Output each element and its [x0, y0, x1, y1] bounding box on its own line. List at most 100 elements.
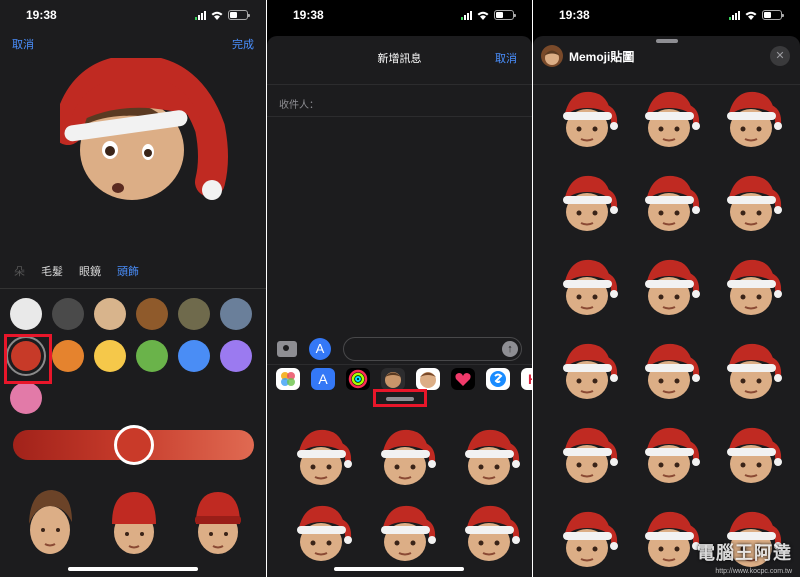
color-swatch[interactable]	[136, 340, 168, 372]
color-swatch[interactable]	[10, 298, 42, 330]
app-store-icon[interactable]: A	[309, 338, 331, 360]
send-icon[interactable]: ↑	[502, 341, 518, 357]
done-button[interactable]: 完成	[232, 36, 254, 52]
sheet-title: Memoji貼圖	[569, 49, 635, 64]
sheet-title: 新增訊息	[377, 53, 422, 65]
sticker-sad-tear[interactable]	[719, 168, 783, 234]
memoji-avatar	[541, 45, 563, 67]
hotels-icon[interactable]: H	[521, 367, 532, 390]
preset-red-beanie-band[interactable]	[188, 484, 248, 559]
recipient-field[interactable]: 收件人：	[267, 84, 532, 117]
highlight-box	[4, 334, 52, 384]
signal-icon	[461, 10, 472, 20]
status-bar: 19:38	[533, 0, 800, 30]
status-icons	[195, 10, 250, 20]
cancel-button[interactable]: 取消	[495, 50, 517, 66]
status-time: 19:38	[293, 8, 324, 22]
sticker-blowing-hearts[interactable]	[637, 252, 701, 318]
status-icons	[461, 10, 516, 20]
sticker-mind-blown[interactable]	[719, 84, 783, 150]
feature-tabs: 朵 毛髮 眼鏡 頭飾	[0, 262, 266, 280]
screenshot-composite: 19:38 取消 完成 朵 毛髮 眼鏡 頭飾 19:38 新增訊息 取消 收件人…	[0, 0, 800, 577]
close-icon[interactable]: ✕	[770, 46, 790, 66]
color-swatch[interactable]	[220, 340, 252, 372]
sticker-heart-eyes[interactable]	[637, 84, 701, 150]
sticker-sweat[interactable]	[719, 336, 783, 402]
sheet-handle[interactable]	[656, 39, 678, 43]
sticker-swearing[interactable]	[637, 336, 701, 402]
battery-icon	[228, 10, 250, 20]
color-swatch[interactable]	[220, 298, 252, 330]
shazam-icon[interactable]	[486, 367, 510, 390]
app-store-icon[interactable]: A	[311, 367, 335, 390]
sticker-drawer	[267, 392, 532, 577]
headwear-presets	[0, 484, 266, 564]
sticker-hands-up[interactable]	[555, 504, 619, 570]
battery-icon	[762, 10, 784, 20]
slider-knob[interactable]	[113, 425, 154, 465]
activity-icon[interactable]	[346, 367, 370, 390]
memoji-editor-screen: 19:38 取消 完成 朵 毛髮 眼鏡 頭飾	[0, 0, 266, 577]
color-swatch[interactable]	[52, 298, 84, 330]
sticker-mind-blown[interactable]	[457, 422, 521, 488]
color-swatch[interactable]	[52, 340, 84, 372]
sticker-applause[interactable]	[637, 504, 701, 570]
sticker-sleeping[interactable]	[289, 498, 353, 564]
memoji-stickers-screen: 19:38 Memoji貼圖 ✕ 電腦王阿達 http://www.kocpc.…	[533, 0, 800, 577]
sticker-crying-laughing[interactable]	[289, 422, 353, 488]
sticker-peace[interactable]	[719, 420, 783, 486]
signal-icon	[195, 10, 206, 20]
color-shade-slider[interactable]	[13, 425, 254, 465]
memoji-sticker-app-icon[interactable]	[416, 367, 440, 390]
color-swatch[interactable]	[10, 382, 42, 414]
home-indicator[interactable]	[334, 567, 464, 571]
color-swatch[interactable]	[94, 340, 126, 372]
sticker-sheet: Memoji貼圖 ✕	[533, 36, 800, 577]
status-bar: 19:38	[0, 0, 266, 30]
home-indicator[interactable]	[68, 567, 198, 571]
cancel-button[interactable]: 取消	[12, 36, 34, 52]
watermark-logo: 電腦王阿達	[697, 543, 792, 563]
camera-icon[interactable]	[277, 341, 297, 357]
memoji-app-icon[interactable]	[381, 367, 405, 390]
sheet-header: Memoji貼圖 ✕	[541, 44, 792, 68]
status-icons	[729, 10, 784, 20]
digital-touch-icon[interactable]	[451, 367, 475, 390]
highlight-box	[373, 389, 427, 407]
watermark-url: http://www.kocpc.com.tw	[715, 568, 792, 575]
preset-short-hair[interactable]	[20, 484, 80, 559]
status-bar: 19:38	[267, 0, 532, 30]
compose-sheet: 新增訊息 取消 收件人： A ↑ A	[267, 36, 532, 577]
wifi-icon	[745, 11, 757, 20]
wifi-icon	[477, 11, 489, 20]
sticker-thumbs-up[interactable]	[555, 420, 619, 486]
sticker-crying-laughing[interactable]	[555, 84, 619, 150]
sticker-star-eyes[interactable]	[637, 168, 701, 234]
sticker-wink-kiss[interactable]	[555, 336, 619, 402]
color-swatch[interactable]	[178, 340, 210, 372]
sticker-thumbs-down[interactable]	[637, 420, 701, 486]
color-swatch[interactable]	[178, 298, 210, 330]
sticker-star-eyes[interactable]	[373, 498, 437, 564]
sticker-sad-tear[interactable]	[457, 498, 521, 564]
wifi-icon	[211, 11, 223, 20]
divider	[0, 288, 266, 289]
tab-glasses[interactable]: 眼鏡	[79, 263, 101, 279]
memoji-preview	[60, 58, 230, 208]
new-message-screen: 19:38 新增訊息 取消 收件人： A ↑ A	[267, 0, 532, 577]
sticker-heart-eyes[interactable]	[373, 422, 437, 488]
imessage-app-bar: A H	[267, 364, 532, 392]
color-swatch[interactable]	[94, 298, 126, 330]
sticker-party[interactable]	[719, 252, 783, 318]
tab-headwear[interactable]: 頭飾	[117, 263, 139, 279]
sticker-sneezing[interactable]	[555, 252, 619, 318]
message-input[interactable]: ↑	[343, 337, 522, 361]
signal-icon	[729, 10, 740, 20]
tab-ears[interactable]: 朵	[14, 263, 25, 279]
recipient-label: 收件人：	[279, 100, 319, 111]
preset-red-beanie[interactable]	[104, 484, 164, 559]
color-swatch[interactable]	[136, 298, 168, 330]
tab-hair[interactable]: 毛髮	[41, 263, 63, 279]
photos-icon[interactable]	[276, 367, 300, 390]
sticker-sleeping[interactable]	[555, 168, 619, 234]
